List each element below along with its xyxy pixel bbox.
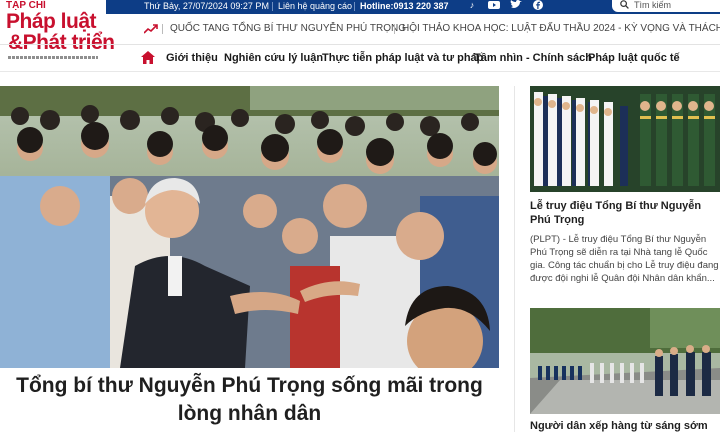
twitter-icon[interactable]: [510, 0, 522, 11]
side-article-title-2[interactable]: Người dân xếp hàng từ sáng sớm: [530, 419, 715, 432]
youtube-icon[interactable]: [488, 0, 500, 11]
tiktok-icon[interactable]: ♪: [466, 0, 478, 11]
search-input[interactable]: Tìm kiếm: [634, 0, 671, 11]
current-date: Thứ Bảy, 27/07/2024 09:27 PM: [144, 1, 269, 11]
home-icon[interactable]: [141, 51, 155, 64]
side-article-photo-1[interactable]: [530, 86, 720, 192]
ticker-item-conference[interactable]: HỘI THẢO KHOA HỌC: LUẬT ĐẤU THẦU 2024 - …: [394, 20, 720, 38]
nav-item-international-law[interactable]: Pháp luật quốc tế: [588, 51, 680, 65]
nav-item-theory-research[interactable]: Nghiên cứu lý luận: [224, 51, 323, 65]
side-article-photo-2[interactable]: [530, 308, 720, 414]
search-icon[interactable]: [620, 0, 629, 12]
top-bar: Thứ Bảy, 27/07/2024 09:27 PM Liên hệ quả…: [0, 0, 720, 14]
ads-contact-link[interactable]: Liên hệ quảng cáo: [278, 0, 352, 12]
divider: [0, 71, 720, 72]
divider: [354, 2, 355, 11]
divider: [272, 2, 273, 11]
side-article-title-1[interactable]: Lễ truy điệu Tổng Bí thư Nguyễn Phú Trọn…: [530, 199, 715, 227]
search-box[interactable]: Tìm kiếm: [612, 0, 720, 12]
main-nav: Giới thiệu Nghiên cứu lý luận Thực tiễn …: [0, 46, 720, 70]
trending-icon: [144, 24, 158, 34]
ticker-item-state-funeral[interactable]: QUỐC TANG TỔNG BÍ THƯ NGUYỄN PHÚ TRỌNG: [162, 20, 406, 38]
nav-item-legal-practice[interactable]: Thực tiễn pháp luật và tư pháp: [322, 51, 483, 65]
divider: [0, 44, 720, 45]
main-article-photo[interactable]: [0, 86, 499, 368]
nav-item-about[interactable]: Giới thiệu: [166, 51, 218, 65]
side-article-desc-1: (PLPT) - Lễ truy điệu Tổng Bí thư Nguyễn…: [530, 234, 719, 284]
nav-item-vision-policy[interactable]: Tầm nhìn - Chính sách: [474, 51, 592, 65]
divider: [514, 86, 515, 432]
hotline: Hotline:0913 220 387: [360, 1, 449, 11]
facebook-icon[interactable]: [532, 0, 544, 11]
main-article-title[interactable]: Tổng bí thư Nguyễn Phú Trọng sống mãi tr…: [0, 372, 499, 428]
page: Thứ Bảy, 27/07/2024 09:27 PM Liên hệ quả…: [0, 0, 720, 432]
